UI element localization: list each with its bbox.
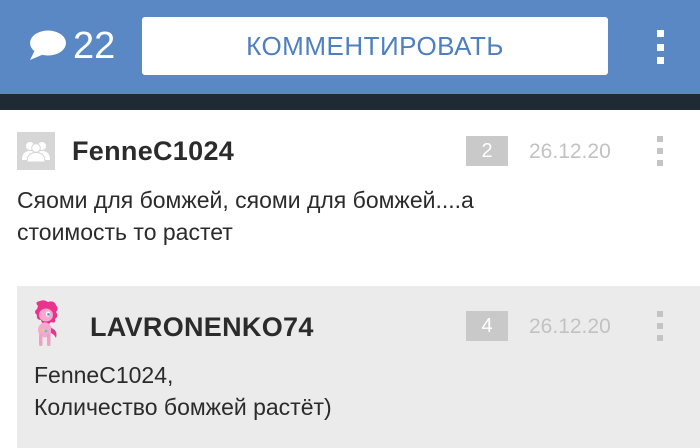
header-divider [0, 94, 700, 110]
comment-item: FenneC1024 2 26.12.20 Сяоми для бомжей, … [0, 110, 700, 286]
comment-date: 26.12.20 [529, 315, 611, 338]
pony-avatar-icon[interactable] [32, 300, 60, 348]
group-avatar-icon[interactable] [17, 132, 55, 170]
comment-rating: 4 [466, 311, 508, 341]
comment-count[interactable]: 22 [27, 22, 115, 70]
reply-indent [0, 286, 17, 448]
comment-username[interactable]: FenneC1024 [72, 136, 234, 167]
more-options-icon[interactable] [650, 30, 670, 64]
comment-text-line: Количество бомжей растёт) [34, 394, 332, 420]
comment-date: 26.12.20 [529, 140, 611, 163]
comment-button[interactable]: КОММЕНТИРОВАТЬ [142, 17, 608, 75]
comment-menu-icon[interactable] [654, 136, 666, 166]
comment-username[interactable]: LAVRONENKO74 [90, 312, 314, 343]
comment-count-value: 22 [73, 25, 116, 67]
speech-bubble-icon [30, 30, 66, 60]
comment-reply-item: LAVRONENKO74 4 26.12.20 FenneC1024, Коли… [0, 286, 700, 448]
comment-menu-icon[interactable] [654, 311, 666, 341]
comment-text-line: стоимость то растет [17, 219, 233, 245]
comment-rating: 2 [466, 136, 508, 166]
comment-text-line: FenneC1024, [34, 362, 174, 388]
comment-text-line: Сяоми для бомжей, сяоми для бомжей....а [17, 187, 474, 213]
